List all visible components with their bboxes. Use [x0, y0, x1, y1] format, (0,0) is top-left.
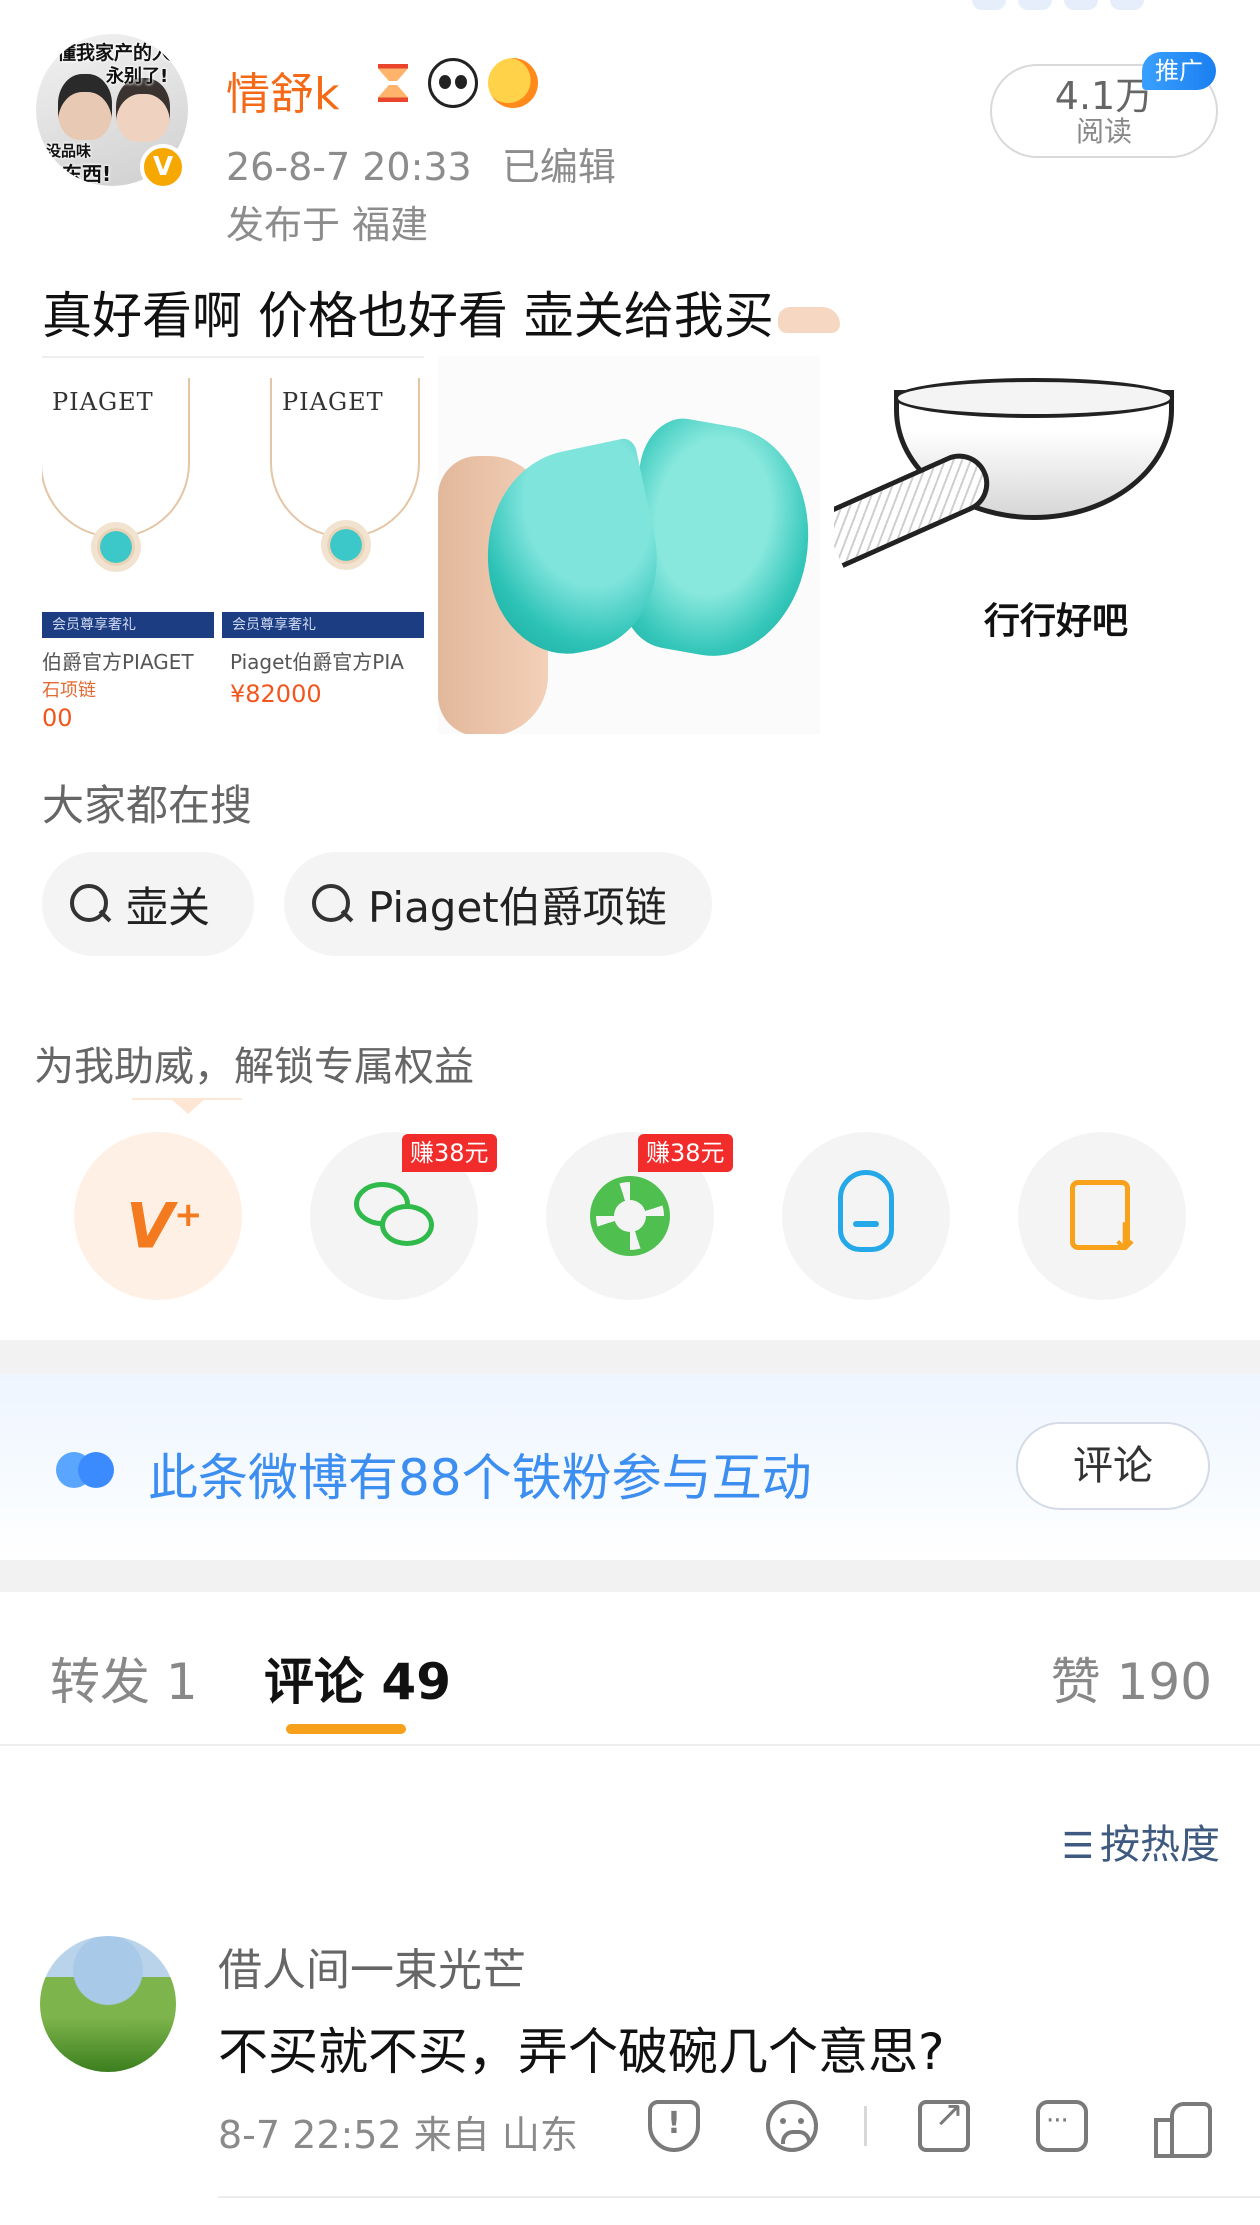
comment-divider: [218, 2196, 1260, 2198]
sketch-bowl-rim: [894, 378, 1174, 418]
save-image-button[interactable]: [1018, 1132, 1186, 1300]
post-text: 真好看啊 价格也好看 壶关给我买: [42, 276, 840, 348]
hot-search-chip-1[interactable]: 壶关: [42, 852, 254, 956]
product-1-price: 00: [42, 704, 73, 732]
fans-comment-button[interactable]: 评论: [1016, 1422, 1210, 1510]
active-tab-indicator: [286, 1724, 406, 1734]
moments-icon: [590, 1176, 670, 1256]
fans-interaction-text[interactable]: 此条微博有88个铁粉参与互动: [148, 1438, 812, 1510]
fish-icon[interactable]: [488, 58, 538, 108]
post-images: PIAGET PIAGET 会员尊享奢礼 会员尊享奢礼 伯爵官方PIAGET 石…: [42, 356, 1222, 734]
avatar-face-left: [58, 74, 112, 140]
member-band-1: 会员尊享奢礼: [42, 612, 214, 638]
edited-label[interactable]: 已编辑: [502, 145, 616, 189]
product-2-price: ¥82000: [230, 680, 322, 708]
search-icon: [310, 882, 354, 926]
section-divider: [0, 1560, 1260, 1592]
comment-meta: 8-7 22:52 来自 山东: [218, 2113, 578, 2157]
read-label: 阅读: [1075, 115, 1132, 148]
author-name[interactable]: 情舒k: [226, 58, 339, 122]
commenter-avatar[interactable]: [40, 1936, 176, 2072]
reply-icon[interactable]: [1036, 2100, 1088, 2152]
meme-caption: 行行好吧: [984, 601, 1129, 642]
pointing-hand-icon: [777, 306, 840, 333]
necklace-chain-2: [270, 378, 420, 538]
product-2-name: Piaget伯爵官方PIA: [230, 650, 404, 674]
promo-tag[interactable]: 推广: [1142, 52, 1216, 90]
verified-badge-icon: V: [140, 144, 186, 190]
qq-icon: [838, 1170, 894, 1252]
save-image-icon: [1070, 1180, 1141, 1259]
post-image-necklaces[interactable]: PIAGET PIAGET 会员尊享奢礼 会员尊享奢礼 伯爵官方PIAGET 石…: [42, 356, 424, 734]
post-image-meme-bowl[interactable]: 行行好吧: [834, 356, 1220, 734]
necklace-pendant-1: [97, 528, 135, 566]
product-1-name: 伯爵官方PIAGET: [42, 650, 194, 674]
post-location: 发布于 福建: [226, 203, 429, 247]
like-icon[interactable]: [1154, 2100, 1212, 2158]
hourglass-icon[interactable]: [368, 58, 418, 108]
tab-like[interactable]: 赞 190: [1051, 1642, 1212, 1714]
hot-search-label-2: Piaget伯爵项链: [368, 882, 667, 932]
share-qq-button[interactable]: [782, 1132, 950, 1300]
dislike-icon[interactable]: [766, 2100, 818, 2152]
author-badges: [368, 58, 538, 108]
post-header: 不懂我家产的人 永别了! 没品味 の东西! V 情舒k 26-8-7 20:33…: [0, 0, 1260, 260]
earn-tag-moments: 赚38元: [638, 1134, 733, 1172]
sort-icon: ☰: [1061, 1826, 1094, 1867]
post-timestamp: 26-8-7 20:33: [226, 145, 472, 189]
member-band-2: 会员尊享奢礼: [222, 612, 424, 638]
share-icon[interactable]: [918, 2094, 970, 2152]
wechat-icon: [354, 1182, 434, 1252]
avatar-caption-bottom: の东西!: [42, 162, 112, 186]
sort-by-hot-button[interactable]: ☰ 按热度: [1062, 1812, 1220, 1870]
post-text-content: 真好看啊 价格也好看 壶关给我买: [42, 287, 774, 345]
fans-icon: [56, 1452, 118, 1488]
sort-label: 按热度: [1100, 1822, 1220, 1868]
product-1-sub: 石项链: [42, 680, 96, 701]
hot-search-chip-2[interactable]: Piaget伯爵项链: [284, 852, 712, 956]
v-plus-icon: V+: [126, 1189, 203, 1263]
v-plus-button[interactable]: V+: [74, 1132, 242, 1300]
avatar-caption-mid: 永别了!: [106, 66, 169, 87]
hot-search-label-1: 壶关: [126, 882, 211, 932]
interaction-tabs: 转发 1 评论 49 赞 190: [0, 1592, 1260, 1746]
necklace-chain-1: [42, 378, 190, 538]
post-image-broken-bowl[interactable]: [438, 356, 820, 734]
comment-item: 借人间一束光芒 不买就不买，弄个破碗几个意思? 8-7 22:52 来自 山东: [0, 1920, 1260, 2225]
earn-tag-wechat: 赚38元: [402, 1134, 497, 1172]
panda-icon[interactable]: [428, 58, 478, 108]
post-meta: 26-8-7 20:33 已编辑: [226, 136, 616, 191]
tab-repost[interactable]: 转发 1: [50, 1642, 198, 1714]
necklace-pendant-2: [327, 526, 365, 564]
fans-interaction-bar: 此条微博有88个铁粉参与互动 评论: [0, 1374, 1260, 1560]
tab-comment[interactable]: 评论 49: [264, 1642, 451, 1714]
avatar-caption-top: 不懂我家产的人: [38, 42, 172, 64]
comment-text: 不买就不买，弄个破碗几个意思?: [218, 2023, 945, 2081]
report-icon[interactable]: [648, 2100, 700, 2152]
action-divider: [864, 2106, 867, 2146]
commenter-name[interactable]: 借人间一束光芒: [218, 1934, 526, 1998]
section-divider: [0, 1340, 1260, 1374]
hot-search-title: 大家都在搜: [42, 781, 253, 830]
support-title: 为我助威，解锁专属权益: [34, 1044, 474, 1090]
search-icon: [68, 882, 112, 926]
support-tooltip-arrow: [132, 1098, 242, 1118]
